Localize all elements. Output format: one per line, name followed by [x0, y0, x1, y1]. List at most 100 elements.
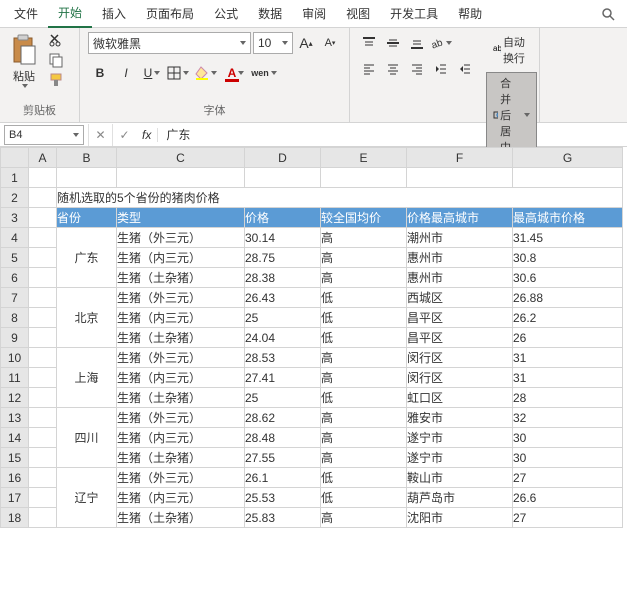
- table-cell[interactable]: 30: [513, 448, 623, 468]
- search-button[interactable]: [593, 3, 623, 25]
- table-cell[interactable]: 30.6: [513, 268, 623, 288]
- column-header[interactable]: C: [117, 148, 245, 168]
- orientation-button[interactable]: ab: [430, 32, 452, 54]
- row-header[interactable]: 5: [1, 248, 29, 268]
- table-cell[interactable]: 28.62: [245, 408, 321, 428]
- table-cell[interactable]: 闵行区: [407, 348, 513, 368]
- column-header[interactable]: E: [321, 148, 407, 168]
- province-cell[interactable]: 广东: [57, 228, 117, 288]
- row-header[interactable]: 12: [1, 388, 29, 408]
- row-header[interactable]: 18: [1, 508, 29, 528]
- row-header[interactable]: 3: [1, 208, 29, 228]
- increase-indent-button[interactable]: [454, 58, 476, 80]
- menu-item-4[interactable]: 公式: [204, 0, 248, 27]
- cell[interactable]: [29, 448, 57, 468]
- table-cell[interactable]: 32: [513, 408, 623, 428]
- wrap-text-button[interactable]: ab 自动换行: [486, 32, 537, 68]
- menu-item-9[interactable]: 帮助: [448, 0, 492, 27]
- row-header[interactable]: 16: [1, 468, 29, 488]
- row-header[interactable]: 4: [1, 228, 29, 248]
- table-cell[interactable]: 26: [513, 328, 623, 348]
- cell[interactable]: [29, 168, 57, 188]
- table-cell[interactable]: 低: [321, 468, 407, 488]
- menu-item-1[interactable]: 开始: [48, 0, 92, 28]
- row-header[interactable]: 8: [1, 308, 29, 328]
- table-cell[interactable]: 潮州市: [407, 228, 513, 248]
- table-cell[interactable]: 生猪（外三元）: [117, 468, 245, 488]
- province-cell[interactable]: 四川: [57, 408, 117, 468]
- title-cell[interactable]: 随机选取的5个省份的猪肉价格: [57, 188, 623, 208]
- menu-item-0[interactable]: 文件: [4, 0, 48, 27]
- table-cell[interactable]: 28.38: [245, 268, 321, 288]
- column-header[interactable]: B: [57, 148, 117, 168]
- table-cell[interactable]: 遂宁市: [407, 428, 513, 448]
- table-cell[interactable]: 低: [321, 308, 407, 328]
- table-cell[interactable]: 高: [321, 448, 407, 468]
- align-middle-button[interactable]: [382, 32, 404, 54]
- table-cell[interactable]: 惠州市: [407, 248, 513, 268]
- fill-color-button[interactable]: [192, 62, 220, 84]
- cell[interactable]: [29, 328, 57, 348]
- table-cell[interactable]: 25.53: [245, 488, 321, 508]
- table-cell[interactable]: 生猪（土杂猪）: [117, 448, 245, 468]
- cell[interactable]: [29, 348, 57, 368]
- table-cell[interactable]: 生猪（外三元）: [117, 348, 245, 368]
- cell[interactable]: [29, 228, 57, 248]
- table-cell[interactable]: 28.48: [245, 428, 321, 448]
- table-cell[interactable]: 25: [245, 388, 321, 408]
- row-header[interactable]: 9: [1, 328, 29, 348]
- table-cell[interactable]: 虹口区: [407, 388, 513, 408]
- align-center-button[interactable]: [382, 58, 404, 80]
- cell[interactable]: [321, 168, 407, 188]
- align-top-button[interactable]: [358, 32, 380, 54]
- column-header[interactable]: G: [513, 148, 623, 168]
- table-cell[interactable]: 低: [321, 288, 407, 308]
- table-cell[interactable]: 25.83: [245, 508, 321, 528]
- cell[interactable]: [57, 168, 117, 188]
- fx-icon[interactable]: fx: [136, 128, 158, 142]
- formula-input[interactable]: 广东: [158, 126, 627, 143]
- table-cell[interactable]: 27.41: [245, 368, 321, 388]
- table-cell[interactable]: 高: [321, 228, 407, 248]
- table-cell[interactable]: 葫芦岛市: [407, 488, 513, 508]
- italic-button[interactable]: I: [114, 62, 138, 84]
- row-header[interactable]: 14: [1, 428, 29, 448]
- decrease-indent-button[interactable]: [430, 58, 452, 80]
- align-bottom-button[interactable]: [406, 32, 428, 54]
- phonetic-button[interactable]: wen: [252, 62, 276, 84]
- table-cell[interactable]: 雅安市: [407, 408, 513, 428]
- table-header-cell[interactable]: 价格: [245, 208, 321, 228]
- cell[interactable]: [29, 248, 57, 268]
- province-cell[interactable]: 北京: [57, 288, 117, 348]
- table-cell[interactable]: 生猪（土杂猪）: [117, 328, 245, 348]
- table-cell[interactable]: 昌平区: [407, 328, 513, 348]
- table-header-cell[interactable]: 较全国均价: [321, 208, 407, 228]
- cell[interactable]: [29, 488, 57, 508]
- cell[interactable]: [29, 208, 57, 228]
- cell[interactable]: [29, 368, 57, 388]
- decrease-font-button[interactable]: A▾: [319, 32, 341, 54]
- menu-item-8[interactable]: 开发工具: [380, 0, 448, 27]
- province-cell[interactable]: 辽宁: [57, 468, 117, 528]
- row-header[interactable]: 17: [1, 488, 29, 508]
- menu-item-7[interactable]: 视图: [336, 0, 380, 27]
- row-header[interactable]: 1: [1, 168, 29, 188]
- menu-item-5[interactable]: 数据: [248, 0, 292, 27]
- merge-center-button[interactable]: 合并后居中: [486, 72, 537, 158]
- table-cell[interactable]: 生猪（内三元）: [117, 308, 245, 328]
- menu-item-6[interactable]: 审阅: [292, 0, 336, 27]
- cell[interactable]: [29, 268, 57, 288]
- cell[interactable]: [245, 168, 321, 188]
- table-cell[interactable]: 生猪（外三元）: [117, 228, 245, 248]
- table-cell[interactable]: 24.04: [245, 328, 321, 348]
- cell[interactable]: [29, 428, 57, 448]
- table-cell[interactable]: 昌平区: [407, 308, 513, 328]
- cell[interactable]: [117, 168, 245, 188]
- row-header[interactable]: 6: [1, 268, 29, 288]
- cell[interactable]: [29, 288, 57, 308]
- table-cell[interactable]: 26.6: [513, 488, 623, 508]
- table-cell[interactable]: 高: [321, 268, 407, 288]
- table-cell[interactable]: 高: [321, 248, 407, 268]
- cell[interactable]: [29, 468, 57, 488]
- table-cell[interactable]: 27: [513, 468, 623, 488]
